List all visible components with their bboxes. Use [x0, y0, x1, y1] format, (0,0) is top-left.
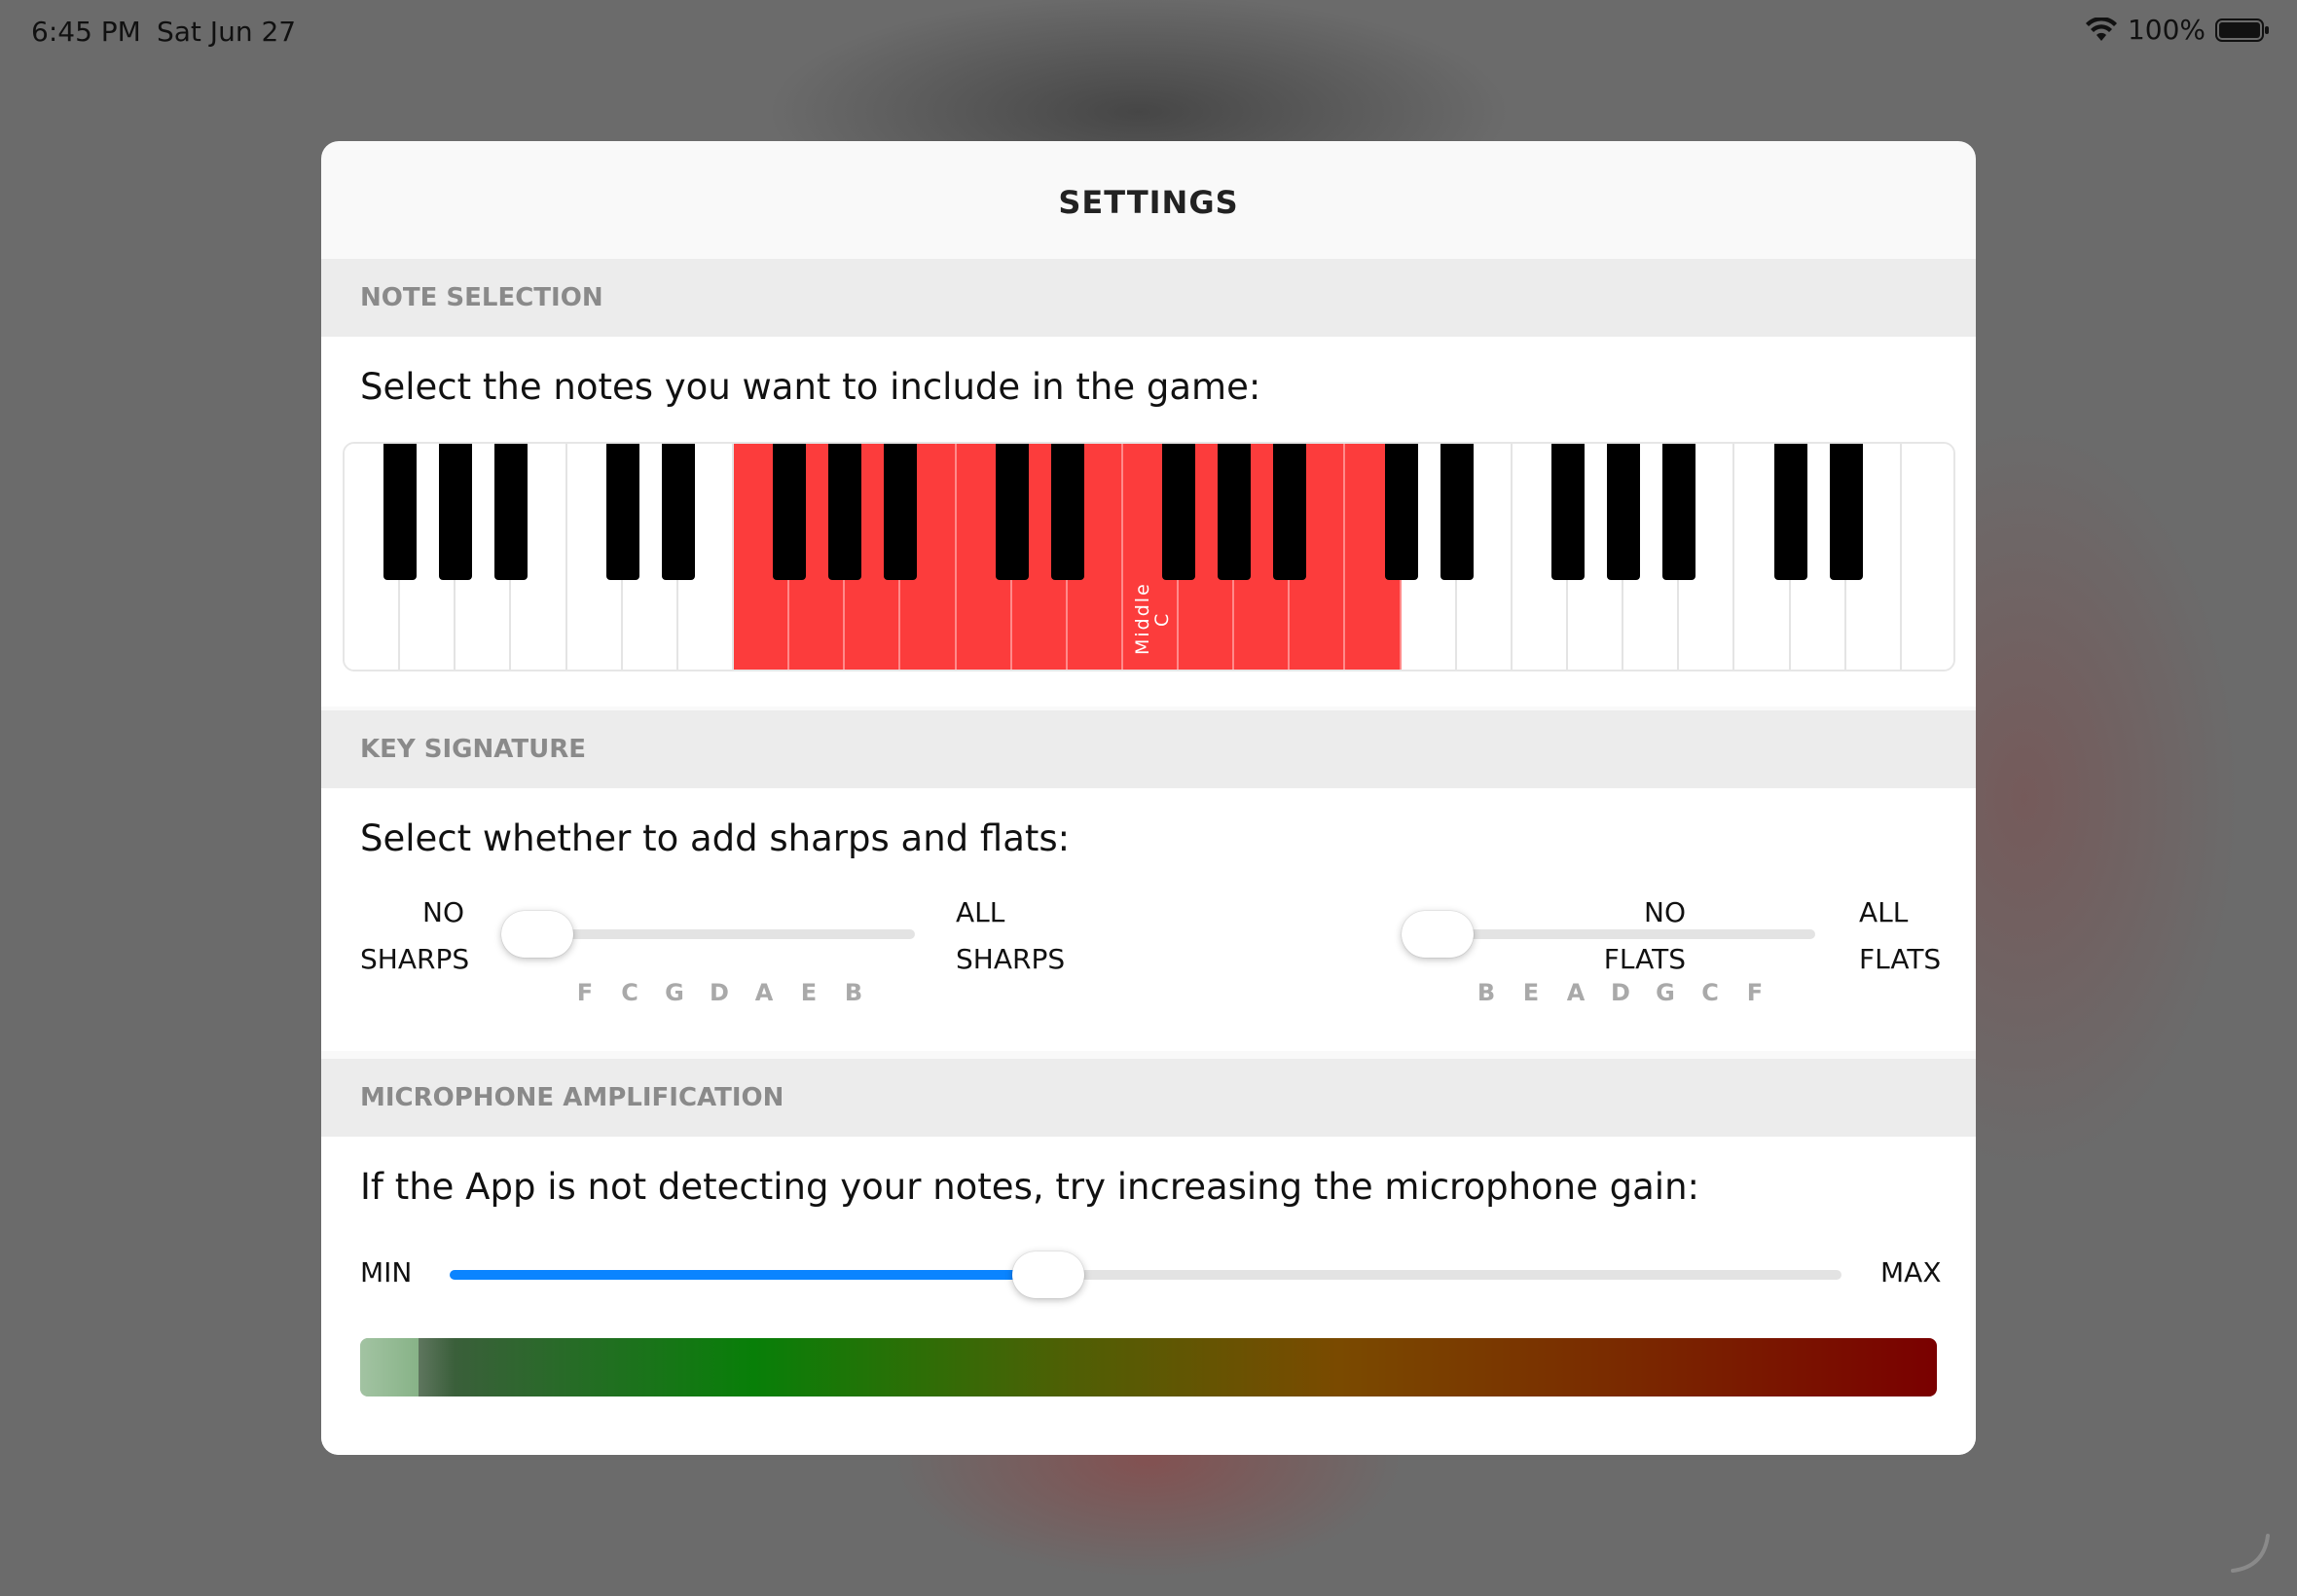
sharps-tick-4: A — [754, 979, 774, 1006]
all-sharps-label-line1: ALL — [956, 896, 1005, 928]
gain-slider-track[interactable] — [450, 1270, 1841, 1280]
piano-black-key[interactable] — [1440, 444, 1474, 580]
battery-icon — [2215, 18, 2269, 42]
flats-slider-knob[interactable] — [1402, 911, 1474, 958]
all-sharps-label-line2: SHARPS — [956, 943, 1066, 975]
flats-tick-4: G — [1656, 979, 1675, 1006]
no-sharps-label-line1: NO — [422, 896, 464, 928]
flats-tick-5: C — [1701, 979, 1719, 1006]
sharps-tick-labels: FCGDAEB — [563, 979, 876, 1006]
section-header-key-signature: KEY SIGNATURE — [321, 710, 1976, 788]
battery-percentage: 100% — [2127, 14, 2206, 46]
piano-black-key[interactable] — [1551, 444, 1586, 580]
section-header-microphone: MICROPHONE AMPLIFICATION — [321, 1059, 1976, 1137]
section-microphone: If the App is not detecting your notes, … — [321, 1137, 1976, 1455]
piano-black-key[interactable] — [494, 444, 529, 580]
all-flats-label-line2: FLATS — [1859, 943, 1942, 975]
sharps-tick-6: B — [844, 979, 863, 1006]
piano-black-key[interactable] — [1162, 444, 1196, 580]
settings-modal: SETTINGS NOTE SELECTION Select the notes… — [321, 141, 1976, 1455]
gain-slider-fill — [450, 1270, 1048, 1280]
piano-black-key[interactable] — [1607, 444, 1641, 580]
sharps-tick-0: F — [576, 979, 594, 1006]
flats-tick-2: A — [1566, 979, 1586, 1006]
piano-black-key[interactable] — [1384, 444, 1418, 580]
sharps-tick-2: G — [665, 979, 684, 1006]
resize-handle-icon — [2231, 1534, 2270, 1573]
wifi-icon — [2085, 17, 2117, 41]
input-level-fill — [360, 1338, 419, 1396]
status-bar: 6:45 PM Sat Jun 27 100% — [0, 0, 2297, 60]
sharps-tick-3: D — [710, 979, 729, 1006]
microphone-instruction: If the App is not detecting your notes, … — [360, 1166, 1699, 1208]
modal-title: SETTINGS — [1058, 184, 1239, 221]
piano-keyboard[interactable]: Middle C — [343, 442, 1955, 671]
key-signature-instruction: Select whether to add sharps and flats: — [360, 817, 1071, 859]
piano-black-key[interactable] — [383, 444, 418, 580]
piano-white-key[interactable] — [1901, 444, 1953, 670]
no-sharps-label-line2: SHARPS — [360, 943, 470, 975]
status-time: 6:45 PM — [31, 16, 141, 48]
flats-tick-1: E — [1522, 979, 1540, 1006]
sharps-slider-knob[interactable] — [501, 911, 573, 958]
piano-black-key[interactable] — [439, 444, 473, 580]
section-note-selection: Select the notes you want to include in … — [321, 337, 1976, 707]
section-header-note-selection: NOTE SELECTION — [321, 259, 1976, 337]
no-flats-label-line2: FLATS — [1603, 943, 1686, 975]
piano-black-key[interactable] — [605, 444, 639, 580]
flats-tick-0: B — [1477, 979, 1496, 1006]
gain-slider-knob[interactable] — [1011, 1251, 1084, 1298]
piano-black-key[interactable] — [1773, 444, 1807, 580]
section-key-signature: Select whether to add sharps and flats: … — [321, 788, 1976, 1051]
piano-black-key[interactable] — [773, 444, 807, 580]
piano-black-key[interactable] — [995, 444, 1029, 580]
flats-tick-labels: BEADGCF — [1464, 979, 1777, 1006]
status-date: Sat Jun 27 — [157, 16, 297, 48]
flats-tick-6: F — [1746, 979, 1764, 1006]
sharps-tick-5: E — [800, 979, 818, 1006]
all-flats-label-line1: ALL — [1859, 896, 1909, 928]
piano-black-key[interactable] — [884, 444, 918, 580]
sharps-tick-1: C — [621, 979, 638, 1006]
piano-black-key[interactable] — [828, 444, 862, 580]
middle-c-label: Middle C — [1131, 582, 1173, 656]
flats-tick-3: D — [1611, 979, 1630, 1006]
gain-max-label: MAX — [1880, 1256, 1942, 1288]
gain-min-label: MIN — [360, 1256, 413, 1288]
piano-black-key[interactable] — [661, 444, 695, 580]
piano-black-key[interactable] — [1829, 444, 1863, 580]
piano-black-key[interactable] — [1050, 444, 1084, 580]
input-level-meter — [360, 1338, 1937, 1396]
piano-black-key[interactable] — [1218, 444, 1252, 580]
piano-black-key[interactable] — [1273, 444, 1307, 580]
status-right: 100% — [2085, 14, 2270, 46]
piano-black-key[interactable] — [1662, 444, 1696, 580]
note-selection-instruction: Select the notes you want to include in … — [360, 366, 1261, 408]
